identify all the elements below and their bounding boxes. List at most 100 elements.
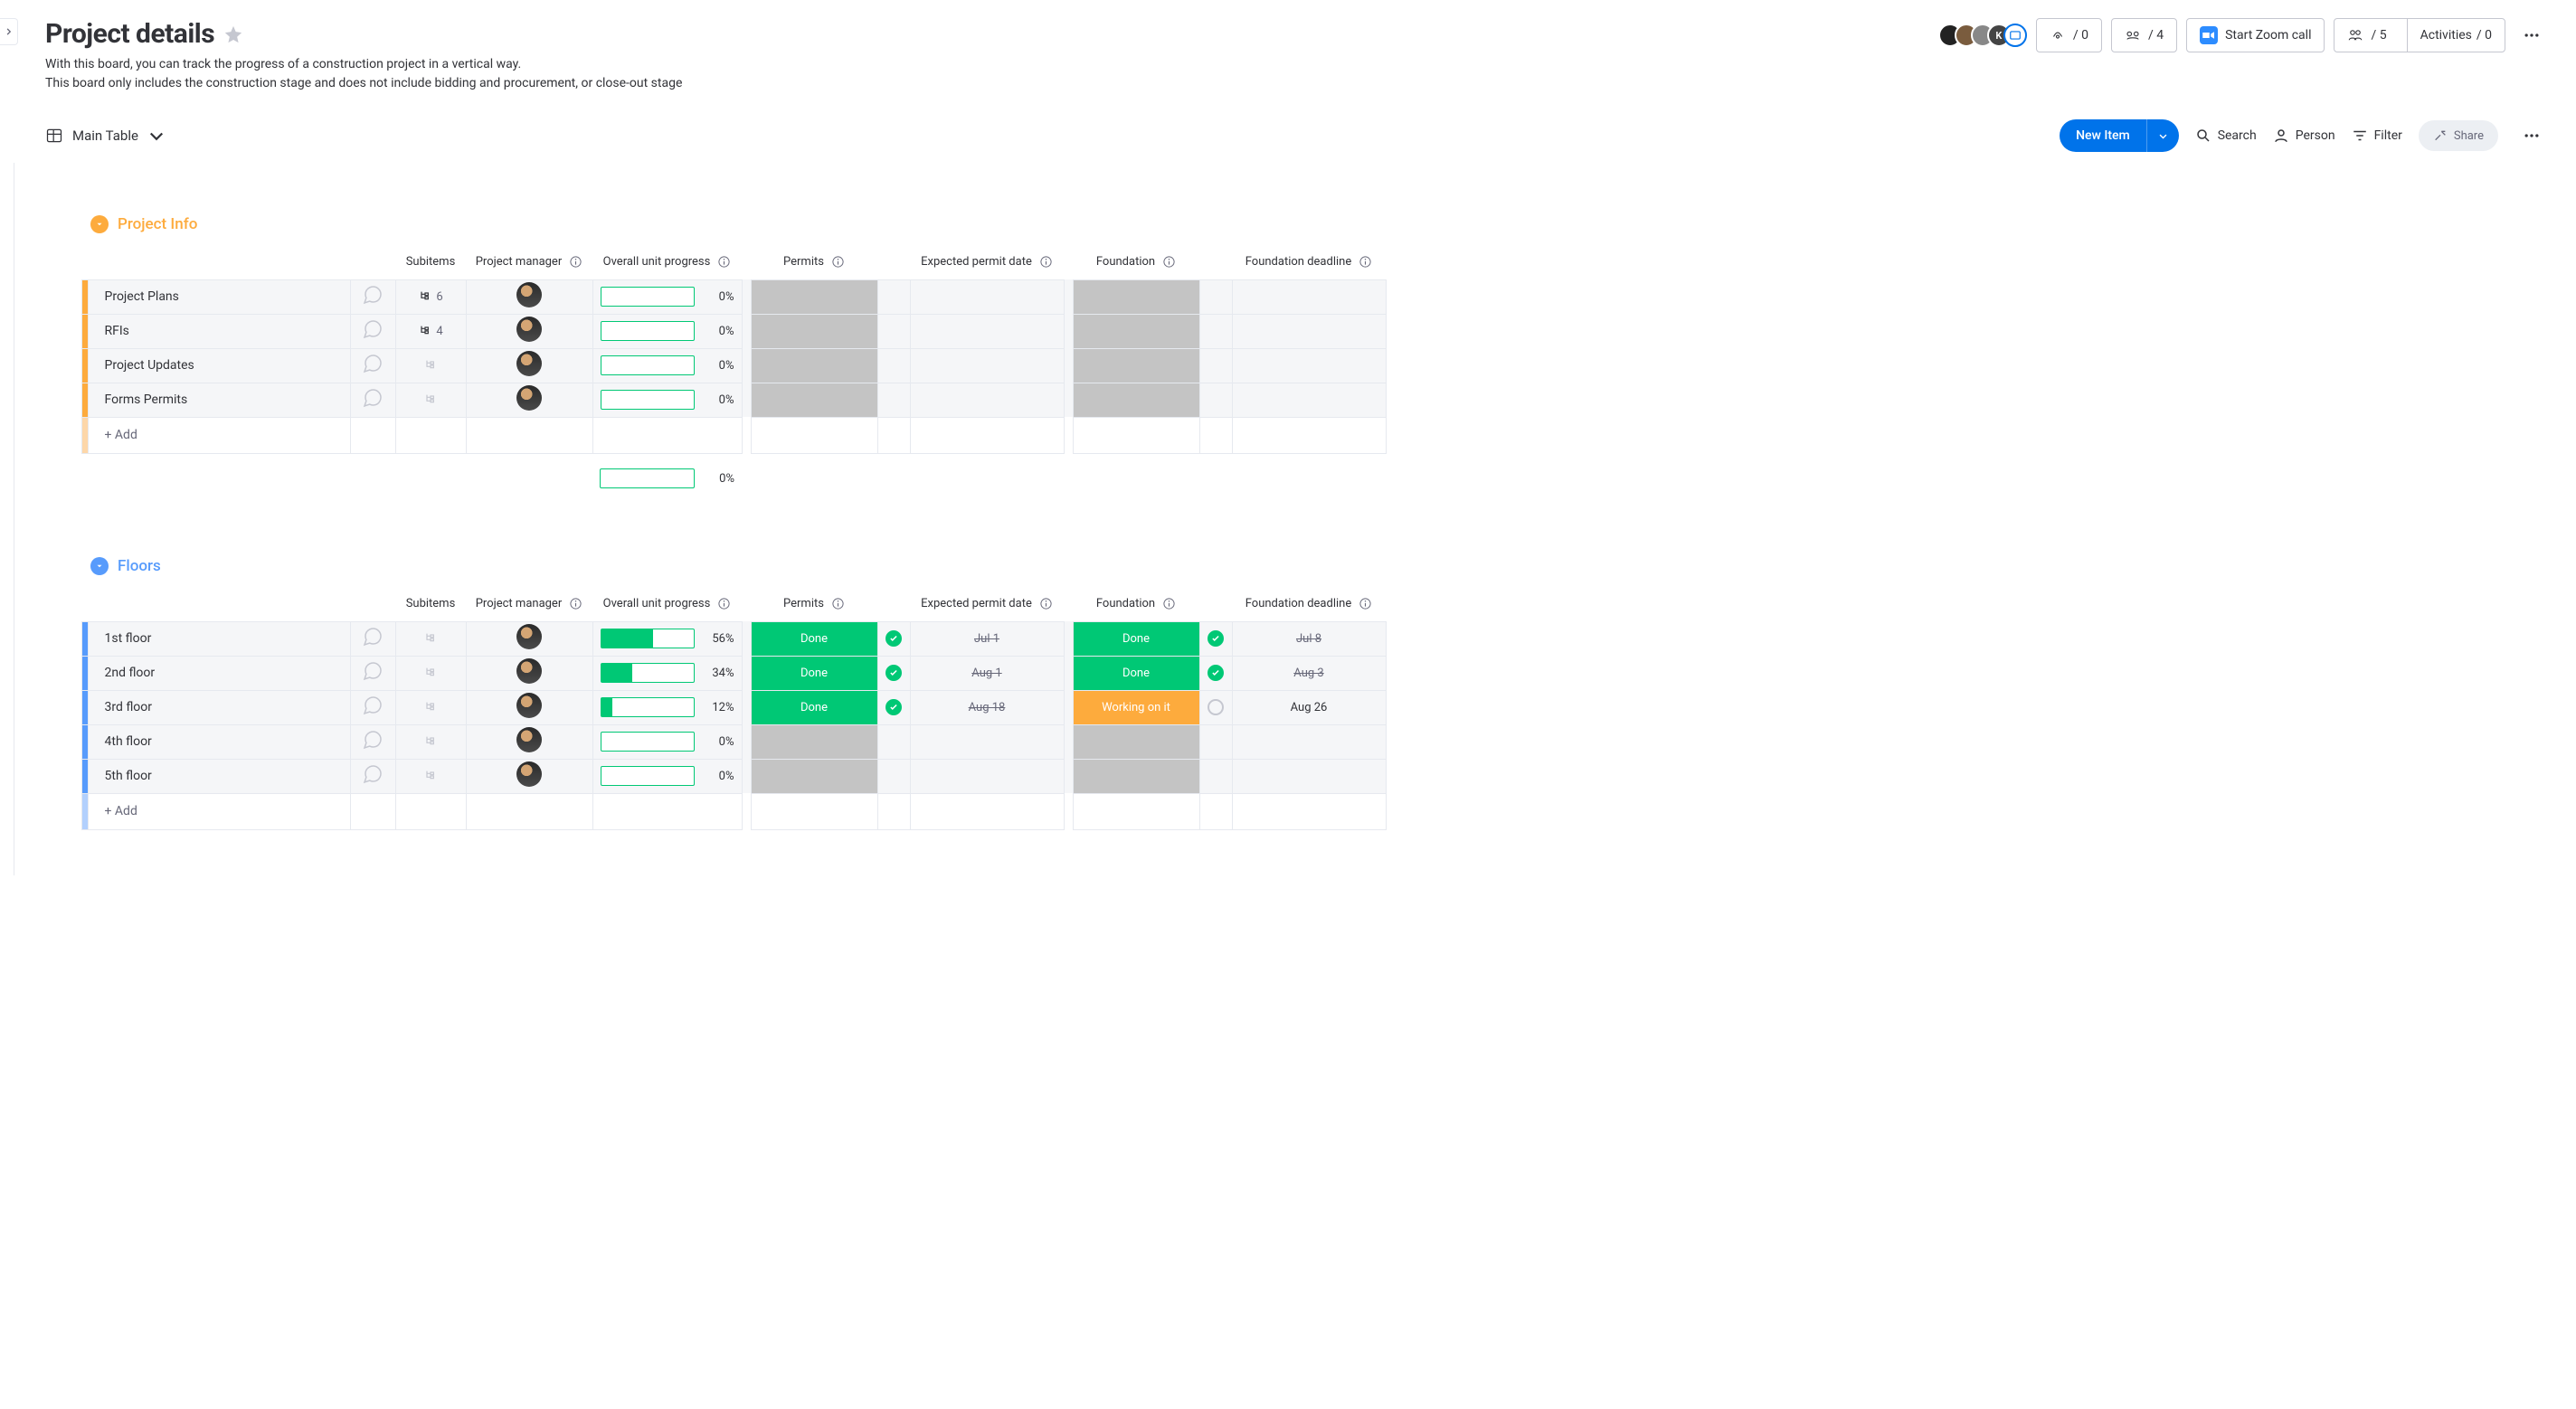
item-chat[interactable] [350,656,395,690]
group-name[interactable]: Project Info [118,215,197,233]
person-filter-button[interactable]: Person [2273,128,2335,144]
status-done[interactable]: Done [1074,657,1199,690]
item-project-manager[interactable] [466,348,592,383]
item-chat[interactable] [350,759,395,793]
item-subitems[interactable] [395,621,466,656]
item-permit-date[interactable] [910,348,1064,383]
item-name[interactable]: 2nd floor [88,656,350,690]
status-empty[interactable] [752,725,877,759]
item-subitems[interactable]: 4 [395,314,466,348]
table-row[interactable]: 4th floor 0% [45,724,1386,759]
group-collapse-toggle[interactable] [90,557,109,575]
item-foundation-deadline[interactable]: Jul 8 [1232,621,1386,656]
item-name[interactable]: Project Updates [88,348,350,383]
item-foundation-deadline[interactable]: Aug 3 [1232,656,1386,690]
item-permit-date[interactable] [910,314,1064,348]
item-progress[interactable]: 34% [592,656,742,690]
table-row[interactable]: 3rd floor 12% Done Aug 18 Working on it … [45,690,1386,724]
column-header-foundation-deadline[interactable]: Foundation deadline [1232,245,1386,279]
filter-button[interactable]: Filter [2352,128,2402,144]
item-name[interactable]: RFIs [88,314,350,348]
members-activities-button[interactable]: / 5 Activities / 0 [2334,18,2505,52]
item-chat[interactable] [350,314,395,348]
column-header-foundation-deadline[interactable]: Foundation deadline [1232,587,1386,621]
item-subitems[interactable] [395,724,466,759]
column-header-foundation[interactable]: Foundation [1073,587,1199,621]
status-done[interactable]: Done [752,622,877,656]
status-empty[interactable] [752,349,877,383]
board-members-avatars[interactable]: K [1938,24,2027,47]
status-done[interactable]: Done [752,691,877,724]
item-chat[interactable] [350,621,395,656]
table-row[interactable]: RFIs 4 0% [45,314,1386,348]
item-progress[interactable]: 0% [592,724,742,759]
view-selector[interactable]: Main Table [45,127,166,145]
table-row[interactable]: Project Plans 6 0% [45,279,1386,314]
column-header-subitems[interactable]: Subitems [395,587,466,621]
toolbar-more-button[interactable] [2514,118,2549,153]
item-subitems[interactable] [395,656,466,690]
item-chat[interactable] [350,279,395,314]
item-chat[interactable] [350,724,395,759]
add-item-row[interactable]: + Add [45,793,1386,829]
search-button[interactable]: Search [2195,128,2257,144]
item-project-manager[interactable] [466,279,592,314]
column-header-permit-date[interactable]: Expected permit date [910,587,1064,621]
status-empty[interactable] [752,280,877,314]
table-row[interactable]: Forms Permits 0% [45,383,1386,417]
status-empty[interactable] [1074,280,1199,314]
item-subitems[interactable] [395,383,466,417]
item-subitems[interactable] [395,690,466,724]
status-empty[interactable] [1074,315,1199,348]
status-empty[interactable] [1074,760,1199,793]
item-chat[interactable] [350,348,395,383]
item-progress[interactable]: 0% [592,383,742,417]
item-name[interactable]: Forms Permits [88,383,350,417]
table-row[interactable]: 2nd floor 34% Done Aug 1 Done Aug 3 [45,656,1386,690]
item-permit-date[interactable]: Aug 18 [910,690,1064,724]
status-done[interactable]: Done [752,657,877,690]
item-name[interactable]: 5th floor [88,759,350,793]
item-foundation-deadline[interactable] [1232,314,1386,348]
item-progress[interactable]: 0% [592,279,742,314]
column-header-foundation[interactable]: Foundation [1073,245,1199,279]
status-empty[interactable] [1074,349,1199,383]
status-working[interactable]: Working on it [1074,691,1199,724]
group-collapse-toggle[interactable] [90,215,109,233]
group-name[interactable]: Floors [118,557,161,575]
item-progress[interactable]: 0% [592,348,742,383]
item-progress[interactable]: 56% [592,621,742,656]
item-permit-date[interactable]: Aug 1 [910,656,1064,690]
item-chat[interactable] [350,383,395,417]
item-permit-date[interactable] [910,383,1064,417]
new-item-button[interactable]: New Item [2060,119,2179,152]
table-row[interactable]: 1st floor 56% Done Jul 1 Done Jul 8 [45,621,1386,656]
item-foundation-deadline[interactable] [1232,279,1386,314]
item-project-manager[interactable] [466,656,592,690]
column-header-progress[interactable]: Overall unit progress [592,587,742,621]
column-header-subitems[interactable]: Subitems [395,245,466,279]
item-project-manager[interactable] [466,383,592,417]
item-permit-date[interactable]: Jul 1 [910,621,1064,656]
item-project-manager[interactable] [466,690,592,724]
status-empty[interactable] [1074,383,1199,417]
integration-b-button[interactable]: / 4 [2111,18,2177,52]
table-row[interactable]: Project Updates 0% [45,348,1386,383]
start-zoom-call-button[interactable]: Start Zoom call [2186,18,2325,52]
item-name[interactable]: 4th floor [88,724,350,759]
status-empty[interactable] [752,760,877,793]
item-name[interactable]: Project Plans [88,279,350,314]
item-progress[interactable]: 12% [592,690,742,724]
item-foundation-deadline[interactable] [1232,759,1386,793]
table-row[interactable]: 5th floor 0% [45,759,1386,793]
item-permit-date[interactable] [910,759,1064,793]
column-header-progress[interactable]: Overall unit progress [592,245,742,279]
status-empty[interactable] [752,383,877,417]
item-progress[interactable]: 0% [592,759,742,793]
share-button[interactable]: Share [2419,120,2498,151]
item-subitems[interactable] [395,348,466,383]
item-subitems[interactable] [395,759,466,793]
column-header-permit-date[interactable]: Expected permit date [910,245,1064,279]
status-done[interactable]: Done [1074,622,1199,656]
item-project-manager[interactable] [466,759,592,793]
